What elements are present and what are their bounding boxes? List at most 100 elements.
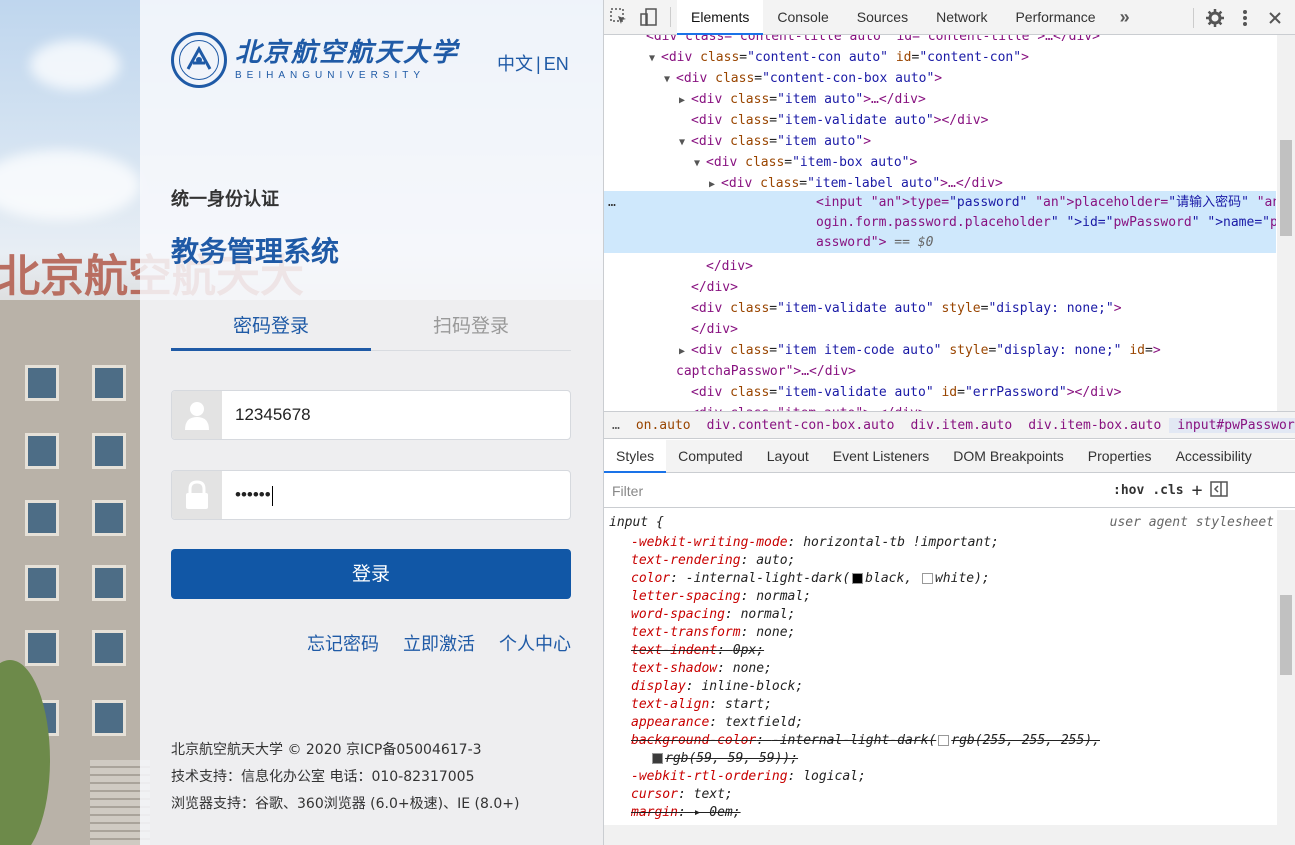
scrollbar-thumb[interactable]: [1280, 140, 1292, 236]
dom-node-line[interactable]: ▶ <div class="item item-code auto" style=…: [679, 341, 1161, 361]
breadcrumb-item[interactable]: input#pwPassword: [1169, 417, 1295, 433]
style-property[interactable]: -webkit-writing-mode: horizontal-tb !imp…: [631, 534, 999, 552]
dom-node-line[interactable]: </div>: [679, 320, 738, 340]
cloud: [0, 150, 140, 220]
style-property[interactable]: text-indent: 0px;: [631, 642, 764, 660]
dom-node-line[interactable]: ▼ <div class="content-con auto" id="conte…: [649, 48, 1029, 68]
toggle-sidebar-icon[interactable]: [1210, 480, 1229, 502]
username-input[interactable]: 12345678: [222, 391, 570, 439]
dom-node-line[interactable]: </div>: [694, 257, 753, 277]
breadcrumb: … on.auto div.content-con-box.auto div.item…: [604, 411, 1295, 439]
dom-node-line[interactable]: ▶<div class="item auto">…</div>: [679, 404, 926, 411]
dom-selected-line[interactable]: assword"> == $0: [816, 233, 933, 253]
university-logo[interactable]: 北京航空航天大学 BEIHANGUNIVERSITY: [171, 32, 459, 88]
lang-chinese-link[interactable]: 中文: [497, 54, 533, 74]
dom-node-line[interactable]: </div>: [679, 278, 738, 298]
style-property[interactable]: -webkit-rtl-ordering: logical;: [631, 768, 866, 786]
styles-scrollbar[interactable]: [1277, 510, 1295, 825]
dom-node-line[interactable]: <div class="item-validate auto"></div>: [679, 111, 988, 131]
breadcrumb-item[interactable]: div.item.auto: [902, 418, 1020, 433]
scrollbar-thumb[interactable]: [1280, 595, 1292, 675]
tab-console[interactable]: Console: [763, 0, 842, 35]
styles-tab-styles[interactable]: Styles: [604, 440, 667, 473]
style-property[interactable]: rgb(59, 59, 59));: [650, 750, 798, 768]
kebab-menu-icon[interactable]: [1230, 0, 1260, 35]
activate-now-link[interactable]: 立即激活: [403, 630, 475, 656]
dom-node-line[interactable]: ▶<div class="item auto">…</div>: [679, 90, 926, 110]
styles-tab-properties[interactable]: Properties: [1076, 440, 1164, 473]
lang-english-link[interactable]: EN: [544, 54, 569, 74]
tab-sources[interactable]: Sources: [843, 0, 922, 35]
styles-tab-dom-breakpoints[interactable]: DOM Breakpoints: [941, 440, 1075, 473]
helper-links: 忘记密码 立即激活 个人中心: [307, 630, 571, 656]
breadcrumb-item[interactable]: div.content-con-box.auto: [699, 418, 903, 433]
forgot-password-link[interactable]: 忘记密码: [307, 630, 379, 656]
style-property[interactable]: word-spacing: normal;: [631, 606, 795, 624]
styles-filter-input[interactable]: Filter: [610, 478, 1105, 504]
tab-password-login[interactable]: 密码登录: [171, 313, 371, 351]
dom-node-line[interactable]: <div class="item-validate auto" id="errP…: [679, 383, 1122, 403]
login-button[interactable]: 登录: [171, 549, 571, 599]
dom-node-line[interactable]: ▼ <div class="item auto">: [679, 132, 871, 152]
lang-separator: |: [536, 54, 541, 74]
dom-tree[interactable]: <div class="content-title auto" id="cont…: [604, 35, 1276, 411]
styles-tab-layout[interactable]: Layout: [755, 440, 821, 473]
node-actions-dots[interactable]: …: [608, 193, 616, 213]
style-property[interactable]: color: -internal-light-dark(black, white…: [631, 570, 990, 588]
style-property[interactable]: margin: ▸ 0em;: [631, 804, 741, 822]
styles-pane[interactable]: input { user agent stylesheet -webkit-wr…: [604, 510, 1276, 835]
text-caret: [271, 485, 273, 506]
horizontal-scrollbar[interactable]: [604, 825, 1295, 845]
style-property[interactable]: cursor: text;: [631, 786, 733, 804]
close-icon[interactable]: [1260, 0, 1290, 35]
style-property[interactable]: text-align: start;: [631, 696, 772, 714]
password-input[interactable]: ••••••: [222, 471, 570, 519]
breadcrumb-item[interactable]: div.item-box.auto: [1020, 418, 1169, 433]
device-toolbar-icon[interactable]: [634, 0, 664, 35]
styles-tab-event-listeners[interactable]: Event Listeners: [821, 440, 942, 473]
dom-node-line[interactable]: <div class="content-title auto" id="cont…: [634, 35, 1100, 47]
style-property[interactable]: letter-spacing: normal;: [631, 588, 811, 606]
class-toggle-button[interactable]: .cls: [1152, 483, 1183, 498]
building-window: [92, 433, 126, 469]
username-field[interactable]: 12345678: [171, 390, 571, 440]
auth-subtitle: 统一身份认证: [171, 189, 279, 210]
dom-node-line[interactable]: captchaPasswor">…</div>: [664, 362, 856, 382]
styles-filter-bar: Filter :hov .cls +: [604, 474, 1295, 508]
new-rule-button[interactable]: +: [1192, 480, 1203, 501]
settings-gear-icon[interactable]: [1200, 0, 1230, 35]
inspect-element-icon[interactable]: [604, 0, 634, 35]
user-icon: [172, 391, 222, 439]
dom-node-line[interactable]: ▼ <div class="content-con-box auto">: [664, 69, 942, 89]
building-window: [25, 630, 59, 666]
dom-selected-line[interactable]: <input "an">type="password" "an">placeho…: [816, 193, 1276, 213]
style-property[interactable]: text-rendering: auto;: [631, 552, 795, 570]
styles-tab-accessibility[interactable]: Accessibility: [1164, 440, 1264, 473]
building-window: [92, 365, 126, 401]
dom-scrollbar[interactable]: [1277, 35, 1295, 411]
password-field[interactable]: ••••••: [171, 470, 571, 520]
style-property[interactable]: background-color: -internal-light-dark(r…: [631, 732, 1100, 750]
tab-qrcode-login[interactable]: 扫码登录: [371, 313, 571, 350]
hover-state-button[interactable]: :hov: [1113, 483, 1144, 498]
personal-center-link[interactable]: 个人中心: [499, 630, 571, 656]
dom-node-line[interactable]: ▼ <div class="item-box auto">: [694, 153, 917, 173]
style-property[interactable]: text-transform: none;: [631, 624, 795, 642]
dom-selected-line[interactable]: ogin.form.password.placeholder" ">id="pw…: [816, 213, 1276, 233]
breadcrumb-item[interactable]: on.auto: [628, 418, 699, 433]
breadcrumb-item[interactable]: …: [604, 418, 628, 433]
building-window: [25, 565, 59, 601]
more-tabs-icon[interactable]: »: [1110, 0, 1140, 35]
styles-tab-computed[interactable]: Computed: [666, 440, 755, 473]
style-property[interactable]: appearance: textfield;: [631, 714, 803, 732]
dom-node-line[interactable]: <div class="item-validate auto" style="d…: [679, 299, 1122, 319]
dom-node-line[interactable]: ▶ <div class="item-label auto">…</div>: [709, 174, 1003, 194]
tab-performance[interactable]: Performance: [1001, 0, 1109, 35]
login-tabs: 密码登录 扫码登录: [171, 313, 571, 351]
style-property[interactable]: display: inline-block;: [631, 678, 803, 696]
style-property[interactable]: text-shadow: none;: [631, 660, 772, 678]
tab-network[interactable]: Network: [922, 0, 1001, 35]
language-switch: 中文 | EN: [497, 50, 569, 76]
tab-elements[interactable]: Elements: [677, 0, 764, 35]
building-window: [92, 565, 126, 601]
